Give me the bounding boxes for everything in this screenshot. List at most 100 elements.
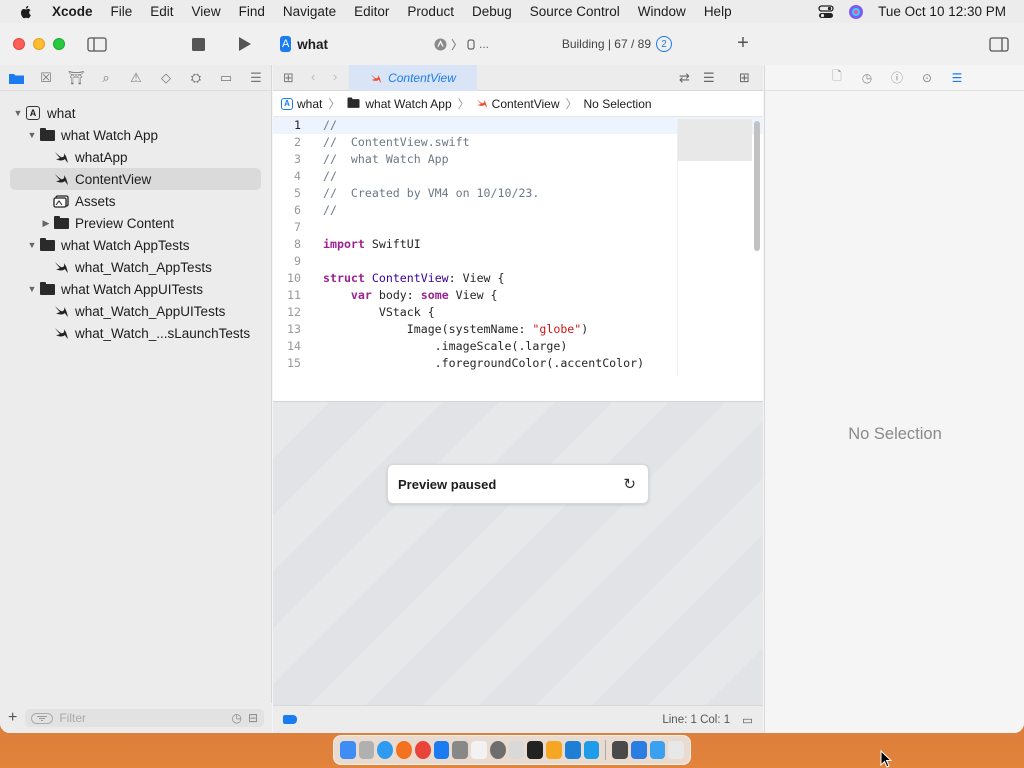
- breadcrumb-project[interactable]: what: [297, 97, 322, 111]
- code-area[interactable]: 1//2// ContentView.swift 3// what Watch A…: [273, 117, 763, 375]
- breadcrumb-file[interactable]: ContentView: [492, 97, 560, 111]
- menu-editor[interactable]: Editor: [354, 4, 389, 19]
- zoom-window-button[interactable]: [53, 38, 65, 50]
- simulator-icon[interactable]: [649, 741, 666, 759]
- menu-file[interactable]: File: [111, 4, 133, 19]
- code-review-icon[interactable]: ⇄: [679, 70, 690, 86]
- line-number[interactable]: 15: [273, 355, 311, 372]
- activity-viewer[interactable]: 〉 ... Building | 67 / 89 2: [428, 31, 678, 57]
- preview-app-icon[interactable]: [508, 741, 525, 759]
- toggle-navigator-icon[interactable]: [86, 35, 108, 53]
- line-number[interactable]: 3: [273, 151, 311, 168]
- tree-item-folder[interactable]: ▼ what Watch App: [0, 124, 271, 146]
- menu-window[interactable]: Window: [638, 4, 686, 19]
- trash-icon[interactable]: [668, 741, 685, 759]
- project-navigator-folder-icon[interactable]: [8, 70, 24, 86]
- tree-item-file-selected[interactable]: ContentView: [10, 168, 261, 190]
- tree-item-assets[interactable]: Assets: [0, 190, 271, 212]
- line-number[interactable]: 10: [273, 270, 311, 287]
- menu-source-control[interactable]: Source Control: [530, 4, 620, 19]
- minimize-window-button[interactable]: [33, 38, 45, 50]
- chevron-down-icon[interactable]: ▼: [26, 240, 38, 250]
- code-text[interactable]: Image(systemName: "globe"): [311, 321, 589, 338]
- minimap[interactable]: [677, 119, 752, 375]
- tree-item-file[interactable]: what_Watch_...sLaunchTests: [0, 322, 271, 344]
- siri-icon[interactable]: [848, 4, 864, 20]
- line-number[interactable]: 1: [273, 117, 311, 134]
- add-file-icon[interactable]: +: [8, 709, 17, 727]
- chevron-right-icon[interactable]: ▶: [40, 218, 52, 229]
- breadcrumb-group[interactable]: what Watch App: [365, 97, 451, 111]
- tree-item-file[interactable]: whatApp: [0, 146, 271, 168]
- tree-item-folder[interactable]: ▼ what Watch AppUITests: [0, 278, 271, 300]
- control-center-icon[interactable]: [818, 4, 834, 19]
- quick-help-icon[interactable]: ⓘ: [889, 70, 905, 86]
- code-text[interactable]: [311, 253, 323, 270]
- source-control-navigator-icon[interactable]: ☒: [38, 70, 54, 86]
- stop-button[interactable]: [191, 37, 205, 51]
- issue-count-badge[interactable]: 2: [656, 36, 672, 52]
- code-text[interactable]: .foregroundColor(.accentColor): [311, 355, 644, 372]
- menu-app-name[interactable]: Xcode: [52, 4, 93, 19]
- textedit-icon[interactable]: [471, 741, 487, 759]
- skype-icon[interactable]: [583, 741, 600, 759]
- history-inspector-clock-icon[interactable]: ◷: [859, 70, 875, 86]
- menu-debug[interactable]: Debug: [472, 4, 512, 19]
- launchpad-icon[interactable]: [358, 741, 375, 759]
- line-number[interactable]: 7: [273, 219, 311, 236]
- code-text[interactable]: var body: some View {: [311, 287, 498, 304]
- tab-contentview[interactable]: ContentView: [349, 65, 477, 91]
- run-destination[interactable]: 〉 ...: [434, 36, 489, 53]
- find-navigator-search-icon[interactable]: ⌕: [98, 70, 114, 86]
- filter-scm-icon[interactable]: ⊟: [248, 711, 258, 725]
- line-number[interactable]: 9: [273, 253, 311, 270]
- issue-navigator-warning-icon[interactable]: ⚠: [128, 70, 144, 86]
- chevron-down-icon[interactable]: ▼: [12, 108, 24, 118]
- app-store-icon[interactable]: [433, 741, 450, 759]
- split-editor-icon[interactable]: ⊞: [739, 70, 750, 86]
- code-text[interactable]: //: [311, 202, 337, 219]
- menu-find[interactable]: Find: [239, 4, 265, 19]
- chevron-down-icon[interactable]: ▼: [26, 284, 38, 294]
- xcode-dock-icon[interactable]: [630, 741, 647, 759]
- preview-canvas[interactable]: Preview paused ↻: [273, 401, 763, 705]
- toggle-inspector-icon[interactable]: [988, 35, 1010, 53]
- line-number[interactable]: 4: [273, 168, 311, 185]
- line-number[interactable]: 13: [273, 321, 311, 338]
- preview-paused-banner[interactable]: Preview paused ↻: [387, 464, 649, 504]
- code-text[interactable]: [311, 219, 323, 236]
- code-text[interactable]: struct ContentView: View {: [311, 270, 505, 287]
- back-chevron-icon[interactable]: ‹: [311, 69, 315, 84]
- report-navigator-icon[interactable]: ☰: [248, 70, 264, 86]
- tree-item-folder[interactable]: ▶ Preview Content: [0, 212, 271, 234]
- menu-clock[interactable]: Tue Oct 10 12:30 PM: [878, 4, 1006, 19]
- menu-help[interactable]: Help: [704, 4, 732, 19]
- menu-navigate[interactable]: Navigate: [283, 4, 336, 19]
- menu-product[interactable]: Product: [407, 4, 454, 19]
- code-text[interactable]: // Created by VM4 on 10/10/23.: [311, 185, 539, 202]
- firefox-icon[interactable]: [396, 741, 412, 759]
- editor-options-icon[interactable]: ☰: [703, 70, 715, 86]
- tree-item-project[interactable]: ▼ A what: [0, 102, 271, 124]
- scheme-selector[interactable]: A what: [280, 31, 328, 57]
- line-number[interactable]: 6: [273, 202, 311, 219]
- line-number[interactable]: 8: [273, 236, 311, 253]
- code-text[interactable]: VStack {: [311, 304, 435, 321]
- terminal-icon[interactable]: [527, 741, 544, 759]
- instruments-icon[interactable]: [546, 741, 562, 759]
- refresh-preview-icon[interactable]: ↻: [623, 475, 636, 493]
- tree-item-file[interactable]: what_Watch_AppUITests: [0, 300, 271, 322]
- breadcrumb-symbol[interactable]: No Selection: [584, 97, 652, 111]
- chevron-down-icon[interactable]: ▼: [26, 130, 38, 140]
- add-library-icon[interactable]: +: [734, 32, 752, 54]
- code-text[interactable]: // ContentView.swift: [311, 134, 470, 151]
- recent-app-icon[interactable]: [612, 741, 628, 759]
- editor-scrollbar[interactable]: [754, 121, 760, 251]
- filter-options-icon[interactable]: [31, 712, 54, 724]
- navigator-filter-input[interactable]: Filter ◷ ⊟: [25, 709, 264, 727]
- menu-edit[interactable]: Edit: [150, 4, 173, 19]
- close-window-button[interactable]: [13, 38, 25, 50]
- debug-navigator-icon[interactable]: ⛭: [188, 70, 204, 86]
- disk-utility-icon[interactable]: [489, 741, 506, 759]
- safari-icon[interactable]: [377, 741, 394, 759]
